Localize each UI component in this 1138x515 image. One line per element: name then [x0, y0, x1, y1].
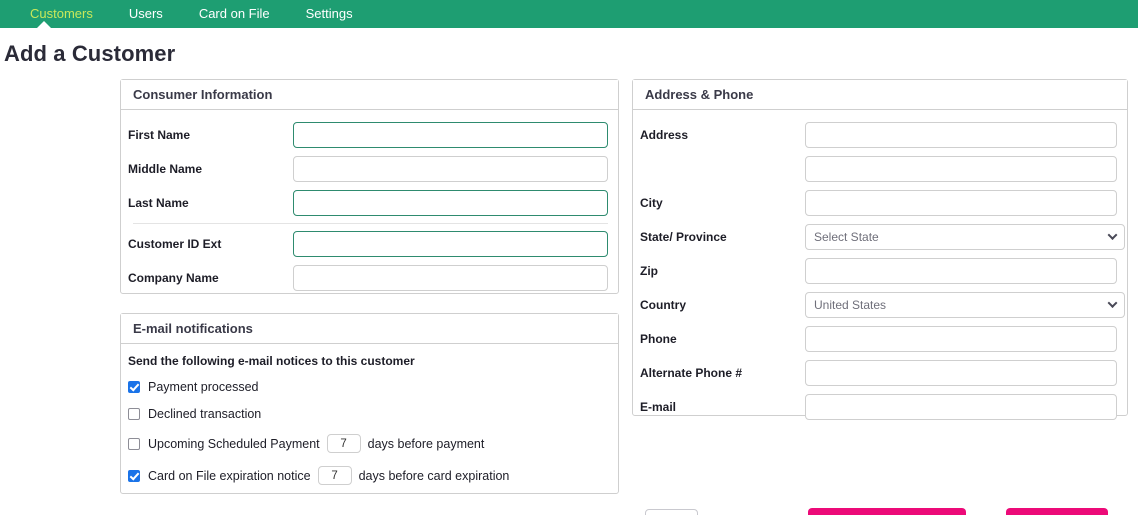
email-notifications-panel: E-mail notifications Send the following … — [120, 313, 619, 494]
input-address-line-2[interactable] — [805, 156, 1117, 182]
nav-tab-users-label: Users — [128, 6, 163, 21]
field-row-zip: Zip — [633, 254, 1127, 288]
address-phone-panel: Address & Phone Address City State/ Prov… — [632, 79, 1128, 420]
label-card-expiration-notice: Card on File expiration notice — [148, 468, 311, 483]
label-alternate-phone: Alternate Phone # — [640, 366, 743, 380]
field-row-last-name: Last Name — [121, 186, 618, 220]
nav-tab-card-on-file-label: Card on File — [198, 6, 270, 21]
checkbox-row-declined-transaction: Declined transaction — [121, 407, 618, 421]
save-customer-button[interactable]: Save Customer — [1006, 508, 1108, 515]
address-phone-header: Address & Phone — [633, 80, 1127, 110]
label-middle-name: Middle Name — [128, 162, 203, 176]
input-address-line-1[interactable] — [805, 122, 1117, 148]
email-notifications-header: E-mail notifications — [121, 314, 618, 344]
field-row-first-name: First Name — [121, 118, 618, 152]
field-row-address: Address — [633, 118, 1127, 152]
email-notifications-body: Send the following e-mail notices to thi… — [121, 344, 618, 495]
field-row-state-province: State/ Province Select State — [633, 220, 1127, 254]
field-row-phone: Phone — [633, 322, 1127, 356]
label-address: Address — [640, 128, 689, 142]
address-phone-body: Address City State/ Province Select Stat… — [633, 110, 1127, 434]
input-city[interactable] — [805, 190, 1117, 216]
select-wrap-country: United States — [805, 292, 1125, 318]
field-row-alternate-phone: Alternate Phone # — [633, 356, 1127, 390]
label-customer-id-ext: Customer ID Ext — [128, 237, 222, 251]
consumer-information-panel: Consumer Information First Name Middle N… — [120, 79, 619, 294]
label-phone: Phone — [640, 332, 677, 346]
label-company-name: Company Name — [128, 271, 219, 285]
suffix-card-expiration-notice: days before card expiration — [358, 468, 510, 483]
input-zip[interactable] — [805, 258, 1117, 284]
label-first-name: First Name — [128, 128, 191, 142]
checkbox-payment-processed[interactable] — [128, 381, 140, 393]
nav-tab-settings[interactable]: Settings — [288, 0, 371, 28]
input-upcoming-payment-days[interactable] — [326, 434, 361, 453]
field-row-customer-id-ext: Customer ID Ext — [121, 227, 618, 261]
input-customer-id-ext[interactable] — [293, 231, 608, 257]
input-card-expiration-days[interactable] — [317, 466, 352, 485]
checkbox-row-payment-processed: Payment processed — [121, 380, 618, 394]
input-first-name[interactable] — [293, 122, 608, 148]
checkbox-declined-transaction[interactable] — [128, 408, 140, 420]
page-title: Add a Customer — [4, 41, 176, 66]
nav-tab-users[interactable]: Users — [111, 0, 181, 28]
checkbox-card-expiration-notice[interactable] — [128, 469, 140, 482]
label-city: City — [640, 196, 663, 210]
consumer-information-body: First Name Middle Name Last Name Custome… — [121, 110, 618, 305]
nav-tab-customers-label: Customers — [30, 6, 93, 21]
label-upcoming-scheduled-payment: Upcoming Scheduled Payment — [148, 436, 320, 451]
nav-tab-customers[interactable]: Customers — [12, 0, 111, 28]
label-zip: Zip — [640, 264, 658, 278]
input-phone[interactable] — [805, 326, 1117, 352]
email-notifications-intro: Send the following e-mail notices to thi… — [128, 354, 415, 368]
field-row-country: Country United States — [633, 288, 1127, 322]
section-divider — [133, 223, 608, 224]
label-payment-processed: Payment processed — [148, 380, 259, 394]
field-row-email: E-mail — [633, 390, 1127, 424]
input-middle-name[interactable] — [293, 156, 608, 182]
save-customer-and-add-card-button[interactable]: Save Customer & Add a Card — [808, 508, 966, 515]
select-country[interactable]: United States — [805, 292, 1125, 318]
checkbox-upcoming-scheduled-payment[interactable] — [128, 437, 140, 450]
label-email: E-mail — [640, 400, 677, 414]
input-alternate-phone[interactable] — [805, 360, 1117, 386]
consumer-information-header: Consumer Information — [121, 80, 618, 110]
select-state-province[interactable]: Select State — [805, 224, 1125, 250]
label-declined-transaction: Declined transaction — [148, 407, 262, 421]
active-tab-indicator-icon — [37, 21, 51, 28]
suffix-upcoming-scheduled-payment: days before payment — [367, 436, 485, 451]
field-row-city: City — [633, 186, 1127, 220]
label-last-name: Last Name — [128, 196, 189, 210]
select-wrap-state: Select State — [805, 224, 1125, 250]
cancel-button[interactable]: Cancel — [645, 509, 698, 515]
input-last-name[interactable] — [293, 190, 608, 216]
input-email[interactable] — [805, 394, 1117, 420]
field-row-middle-name: Middle Name — [121, 152, 618, 186]
nav-tab-card-on-file[interactable]: Card on File — [181, 0, 288, 28]
checkbox-row-card-expiration-notice: Card on File expiration notice days befo… — [121, 466, 618, 485]
nav-tab-settings-label: Settings — [305, 6, 353, 21]
top-navigation-bar: Customers Users Card on File Settings — [0, 0, 1138, 28]
input-company-name[interactable] — [293, 265, 608, 291]
field-row-address-line-2 — [633, 152, 1127, 186]
label-country: Country — [640, 298, 686, 312]
checkbox-row-upcoming-scheduled-payment: Upcoming Scheduled Payment days before p… — [121, 434, 618, 453]
field-row-company-name: Company Name — [121, 261, 618, 295]
label-state-province: State/ Province — [640, 230, 727, 244]
